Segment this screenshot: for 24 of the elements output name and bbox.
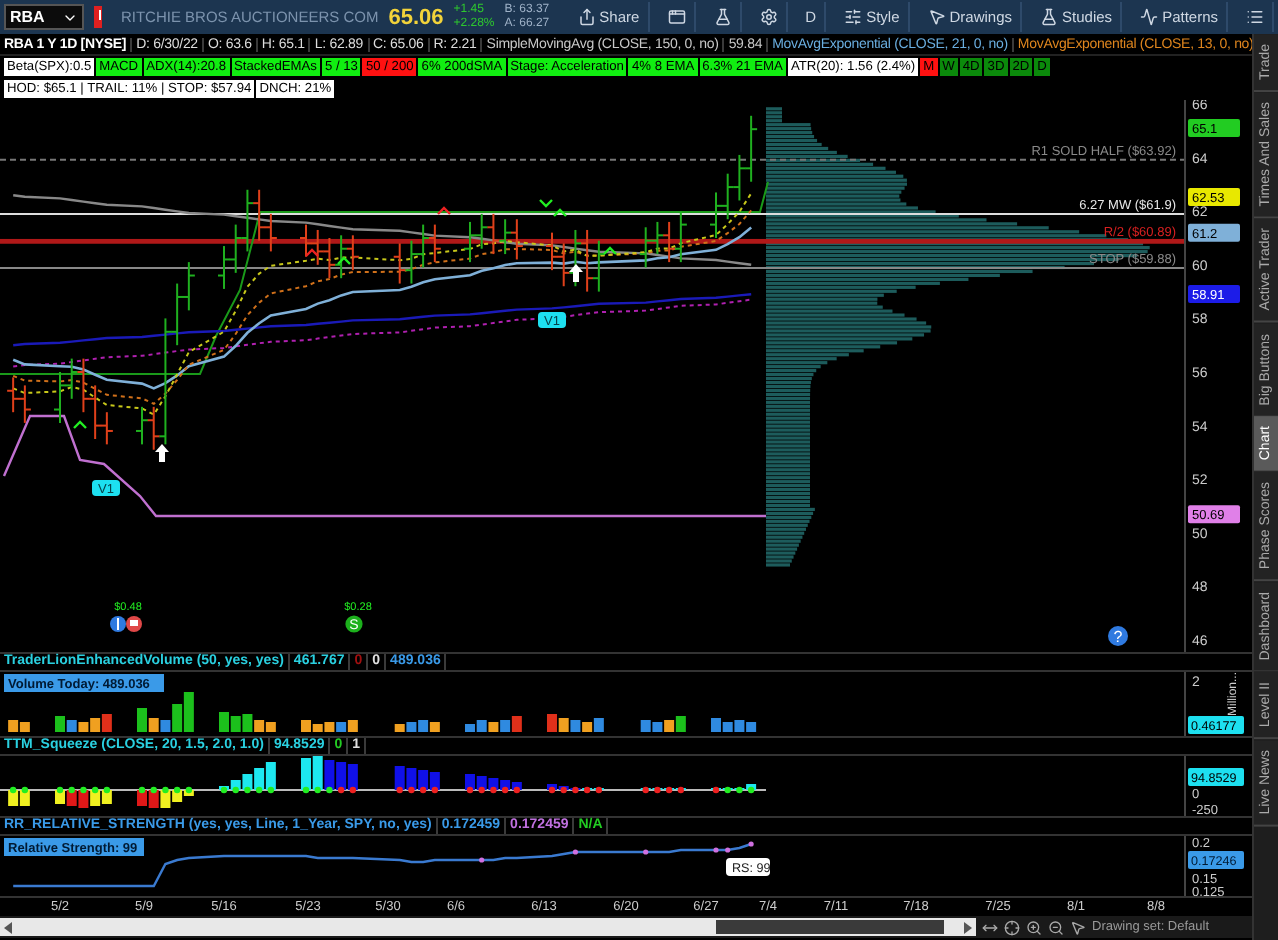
flask-icon bbox=[713, 8, 732, 26]
right-icon bbox=[964, 921, 972, 933]
help-icon[interactable]: ? bbox=[1108, 626, 1128, 646]
studies-icon bbox=[1040, 8, 1059, 26]
scrollbar[interactable] bbox=[0, 918, 976, 936]
window-icon bbox=[667, 8, 686, 26]
pan-icon[interactable] bbox=[982, 919, 998, 935]
share-icon bbox=[577, 8, 596, 26]
symbol-field[interactable]: RBA bbox=[4, 4, 85, 30]
patterns-icon bbox=[1140, 8, 1159, 26]
drawings-icon bbox=[927, 8, 946, 26]
zoom-in-icon[interactable] bbox=[1026, 919, 1042, 935]
left-icon bbox=[4, 921, 12, 933]
pointer-icon[interactable] bbox=[1070, 919, 1086, 935]
style-icon bbox=[844, 8, 863, 26]
arrow-icon bbox=[569, 264, 583, 282]
menu-icon bbox=[1246, 8, 1264, 26]
crosshair-icon[interactable] bbox=[1004, 919, 1020, 935]
alert-icon bbox=[94, 6, 103, 28]
settings-icon bbox=[759, 8, 778, 26]
event-icon bbox=[110, 616, 142, 632]
zoom-out-icon[interactable] bbox=[1048, 919, 1064, 935]
arrow-icon bbox=[155, 444, 169, 462]
last-price: 65.06 bbox=[388, 5, 444, 29]
